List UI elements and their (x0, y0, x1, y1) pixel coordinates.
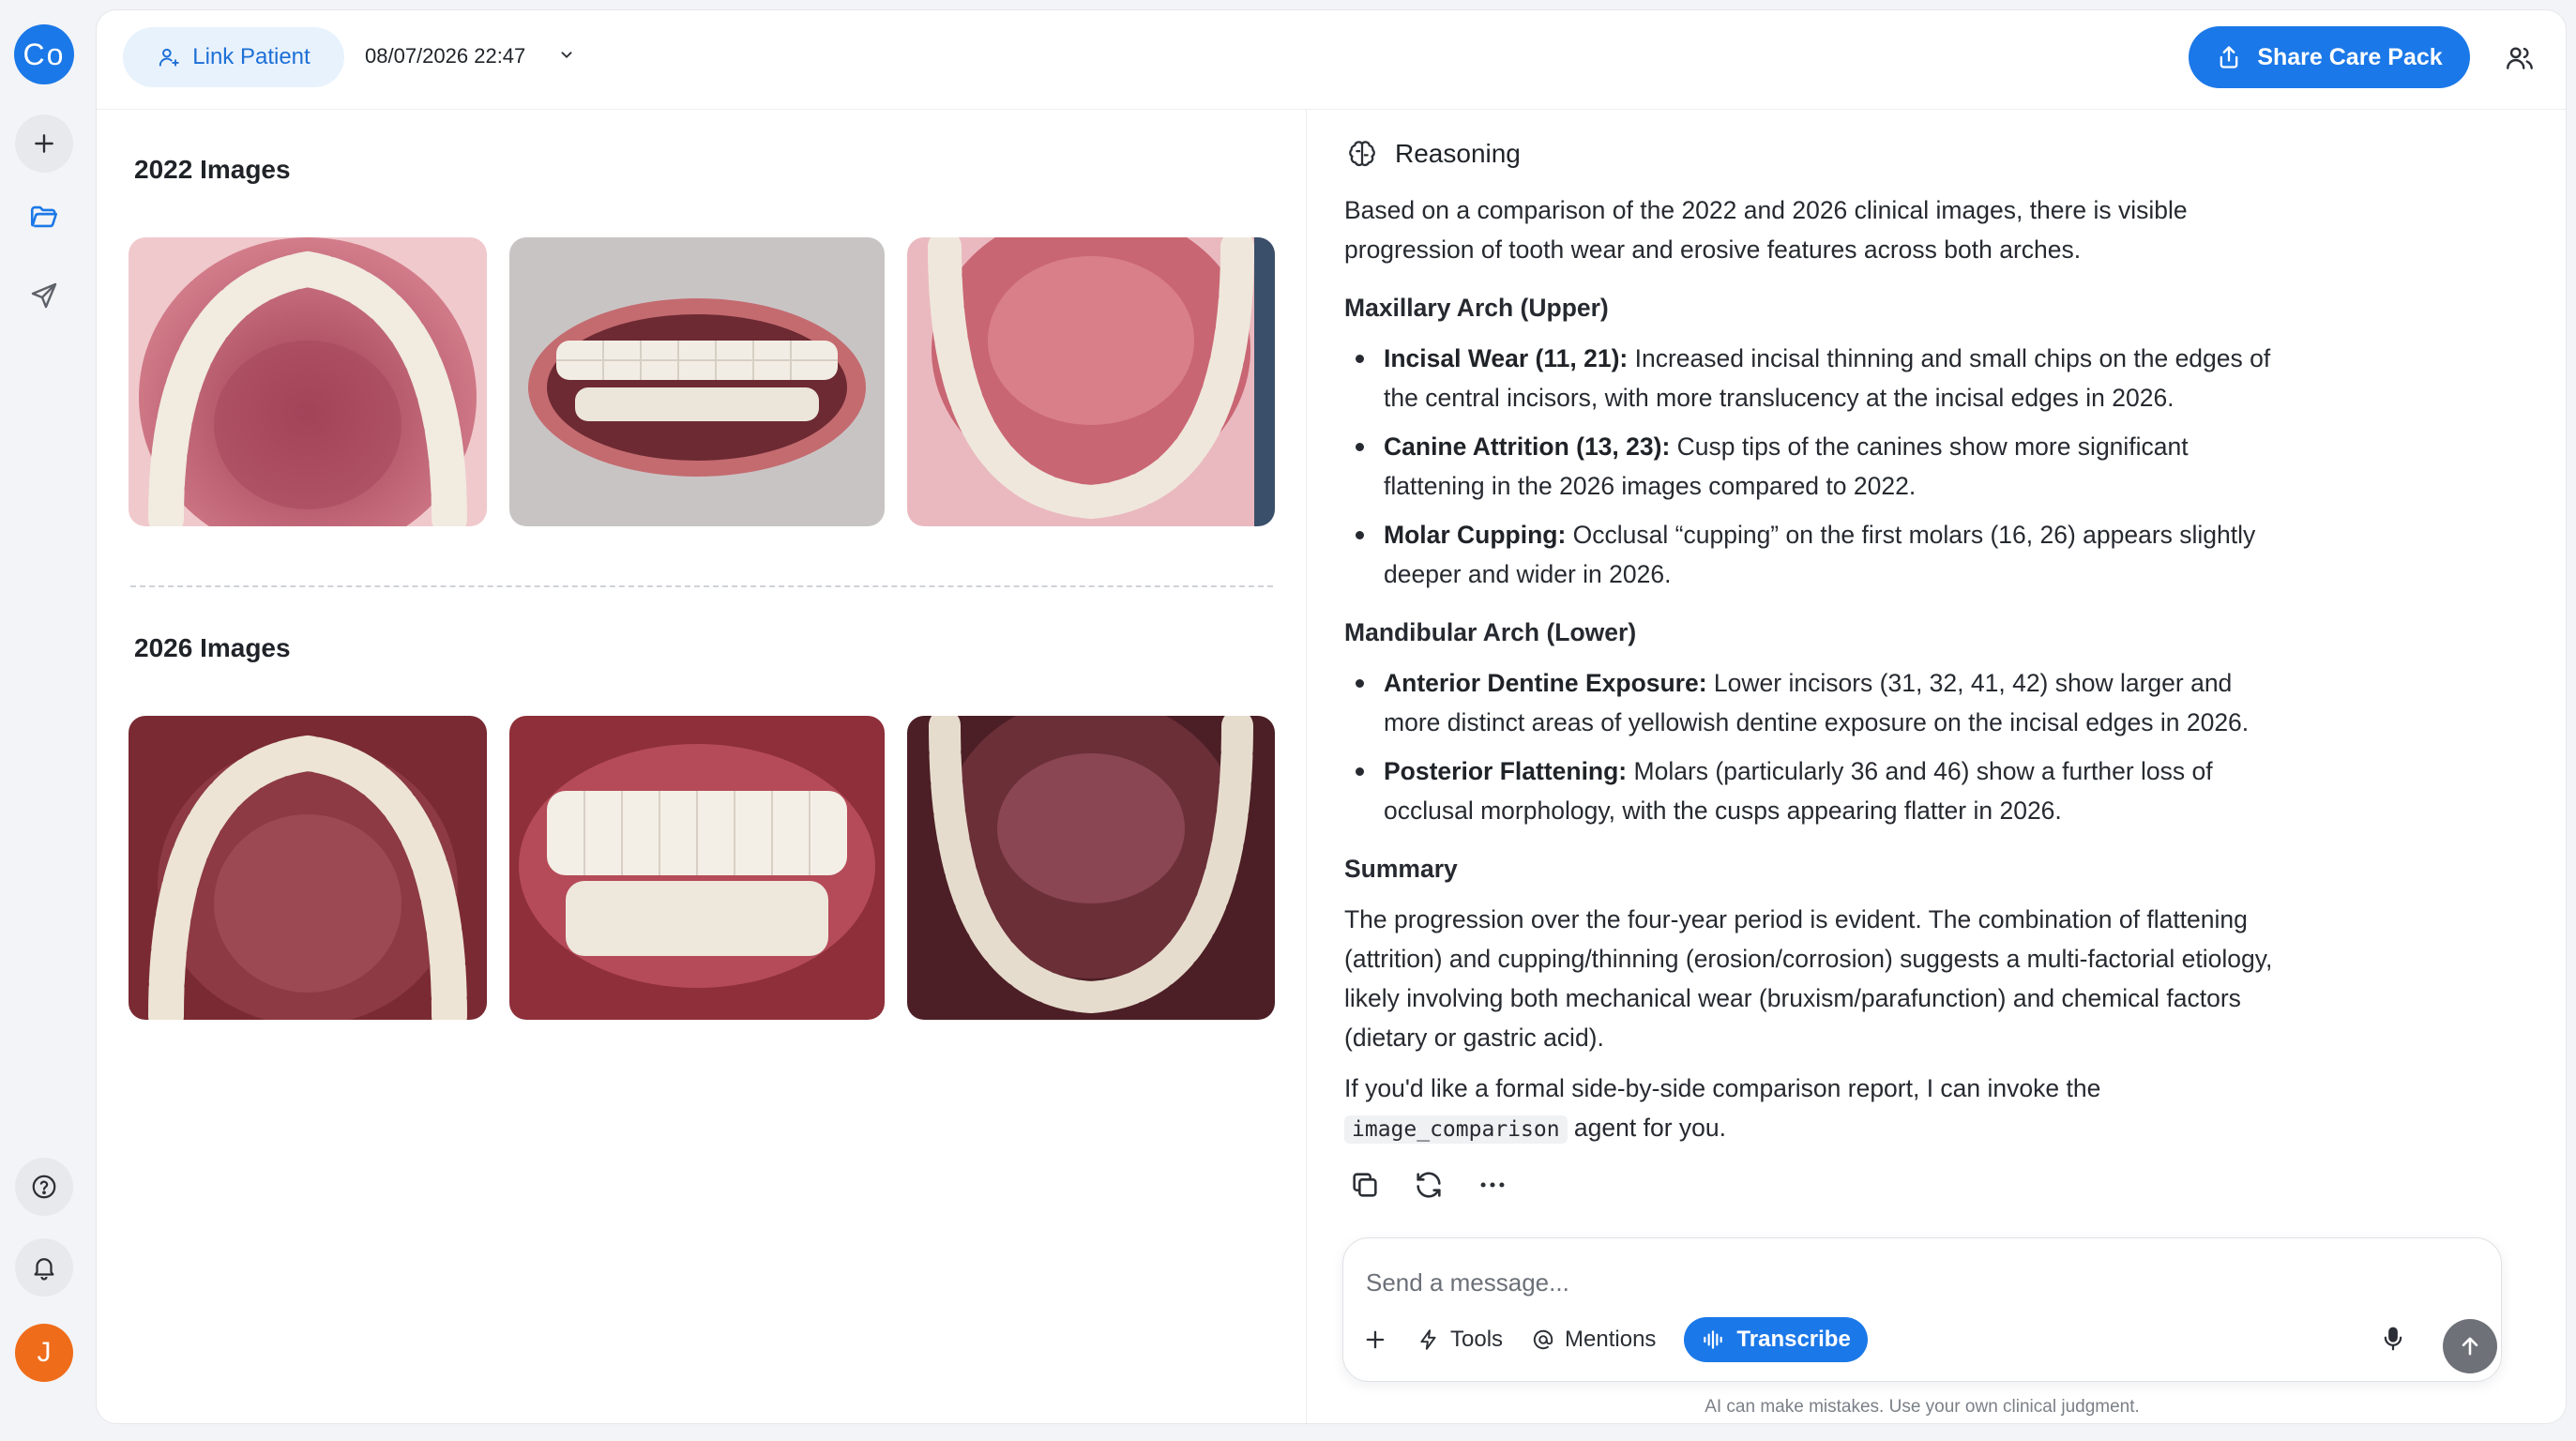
item-label: Molar Cupping: (1384, 521, 1567, 549)
list-item: Anterior Dentine Exposure: Lower incisor… (1344, 663, 2292, 742)
mentions-label: Mentions (1565, 1327, 1657, 1352)
bell-icon (34, 1258, 54, 1281)
photo-2026-lower-occlusal[interactable] (907, 716, 1275, 1020)
link-patient-button[interactable]: Link Patient (123, 27, 344, 87)
mandibular-heading: Mandibular Arch (Lower) (1344, 618, 1637, 646)
user-link-icon (159, 48, 180, 67)
agent-code-name: image_comparison (1344, 1115, 1568, 1144)
photo-2022-upper-occlusal[interactable] (129, 237, 487, 526)
closing-after: agent for you. (1567, 1114, 1726, 1142)
photo-2022-frontal[interactable] (509, 237, 885, 526)
paper-plane-icon (31, 282, 57, 309)
list-item: Molar Cupping: Occlusal “cupping” on the… (1344, 515, 2292, 594)
session-date: 08/07/2026 22:47 (365, 44, 526, 68)
images-pane: 2022 Images 2026 Images (97, 110, 1307, 1423)
item-label: Incisal Wear (11, 21): (1384, 344, 1629, 372)
microphone-button[interactable] (2379, 1325, 2407, 1358)
closing-before: If you'd like a formal side-by-side comp… (1344, 1074, 2101, 1102)
copy-icon (1353, 1173, 1377, 1197)
send-nav-button[interactable] (15, 266, 73, 325)
participants-button[interactable] (2504, 42, 2536, 79)
microphone-icon (2384, 1327, 2402, 1351)
list-item: Canine Attrition (13, 23): Cusp tips of … (1344, 427, 2292, 506)
brain-icon (1349, 141, 1375, 167)
main-card: Link Patient 08/07/2026 22:47 Share Care… (96, 9, 2567, 1424)
share-label: Share Care Pack (2257, 43, 2443, 70)
more-options-button[interactable] (1474, 1166, 1511, 1204)
tooth-photo-image (907, 237, 1275, 526)
reasoning-title: Reasoning (1395, 139, 1521, 168)
copy-button[interactable] (1346, 1166, 1384, 1204)
ai-disclaimer: AI can make mistakes. Use your own clini… (1705, 1397, 2140, 1417)
composer-toolbar: Tools Mentions Transcribe (1362, 1317, 1868, 1362)
at-sign-icon (1533, 1329, 1553, 1350)
app-logo[interactable]: Co (14, 24, 74, 84)
section-2026-title: 2026 Images (134, 633, 291, 662)
share-icon (2220, 46, 2238, 68)
folder-open-icon (30, 205, 58, 228)
mentions-button[interactable]: Mentions (1531, 1327, 1656, 1353)
closing-text: If you'd like a formal side-by-side comp… (1344, 1069, 2292, 1149)
section-divider (130, 585, 1273, 587)
section-2022-title: 2022 Images (134, 155, 291, 184)
regenerate-button[interactable] (1410, 1166, 1447, 1204)
avatar-initial: J (37, 1337, 52, 1368)
reasoning-content: Based on a comparison of the 2022 and 20… (1344, 190, 2292, 1160)
users-icon (2507, 47, 2533, 69)
tooth-photo-image (129, 237, 487, 526)
mandibular-list: Anterior Dentine Exposure: Lower incisor… (1344, 663, 2292, 830)
folder-button[interactable] (15, 188, 73, 246)
maxillary-heading: Maxillary Arch (Upper) (1344, 294, 1609, 322)
message-input[interactable] (1366, 1259, 2398, 1306)
ellipsis-icon (1480, 1182, 1505, 1188)
plus-icon (1366, 1330, 1385, 1349)
top-bar: Link Patient 08/07/2026 22:47 Share Care… (97, 10, 2566, 110)
chevron-down-icon (561, 52, 572, 59)
tooth-photo-image (509, 716, 885, 1020)
reasoning-header[interactable]: Reasoning (1346, 138, 1521, 170)
photo-2026-upper-occlusal[interactable] (129, 716, 487, 1020)
tooth-photo-image (907, 716, 1275, 1020)
tools-label: Tools (1450, 1327, 1504, 1352)
message-composer: Tools Mentions Transcribe (1342, 1237, 2502, 1382)
reasoning-pane: Reasoning Based on a comparison of the 2… (1307, 110, 2566, 1423)
tools-button[interactable]: Tools (1417, 1327, 1503, 1353)
refresh-icon (1417, 1172, 1441, 1198)
message-actions (1346, 1166, 1511, 1204)
list-item: Incisal Wear (11, 21): Increased incisal… (1344, 339, 2292, 417)
list-item: Posterior Flattening: Molars (particular… (1344, 751, 2292, 830)
user-avatar[interactable]: J (15, 1324, 73, 1382)
question-icon (32, 1175, 56, 1199)
summary-heading: Summary (1344, 855, 1458, 883)
photo-2026-frontal[interactable] (509, 716, 885, 1020)
link-patient-label: Link Patient (192, 44, 311, 69)
lightning-icon (1420, 1329, 1436, 1350)
waveform-icon (1704, 1330, 1723, 1349)
tooth-photo-image (129, 716, 487, 1020)
transcribe-button[interactable]: Transcribe (1684, 1317, 1868, 1362)
tooth-photo-image (509, 237, 885, 526)
notifications-button[interactable] (15, 1238, 73, 1297)
item-label: Canine Attrition (13, 23): (1384, 432, 1671, 461)
transcribe-label: Transcribe (1736, 1327, 1851, 1352)
photo-2022-lower-occlusal[interactable] (907, 237, 1275, 526)
new-chat-button[interactable] (15, 114, 73, 173)
arrow-up-icon (2462, 1337, 2478, 1356)
left-rail: Co J (0, 0, 90, 1441)
attach-button[interactable] (1362, 1327, 1388, 1353)
share-care-pack-button[interactable]: Share Care Pack (2189, 26, 2470, 88)
maxillary-list: Incisal Wear (11, 21): Increased incisal… (1344, 339, 2292, 594)
logo-text: Co (23, 37, 66, 71)
help-button[interactable] (15, 1158, 73, 1216)
plus-icon (35, 134, 53, 153)
item-label: Posterior Flattening: (1384, 757, 1628, 785)
date-dropdown[interactable] (556, 44, 577, 69)
item-label: Anterior Dentine Exposure: (1384, 669, 1707, 697)
send-message-button[interactable] (2443, 1319, 2497, 1373)
summary-text: The progression over the four-year perio… (1344, 905, 2273, 1052)
reasoning-intro: Based on a comparison of the 2022 and 20… (1344, 196, 2188, 264)
